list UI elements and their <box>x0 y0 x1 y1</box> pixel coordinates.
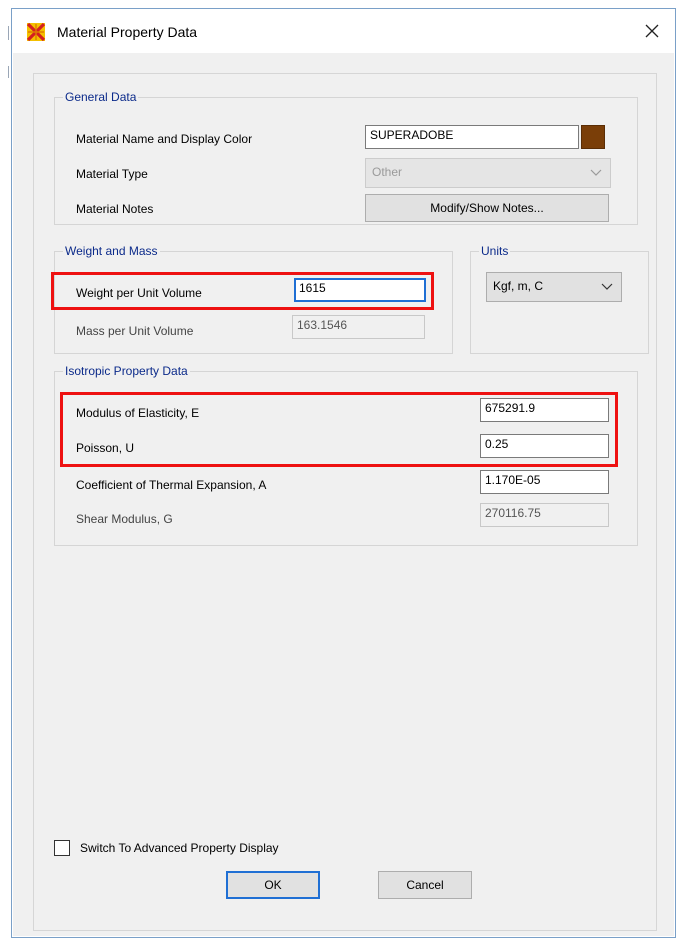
material-type-dropdown[interactable]: Other <box>365 158 611 188</box>
mass-per-volume-label: Mass per Unit Volume <box>76 324 194 338</box>
units-dropdown[interactable]: Kgf, m, C <box>486 272 622 302</box>
material-type-label: Material Type <box>76 167 148 181</box>
chevron-down-icon <box>601 283 613 290</box>
isotropic-property-legend: Isotropic Property Data <box>65 364 188 378</box>
isotropic-highlight-box <box>60 392 618 467</box>
weight-highlight-box <box>51 272 434 310</box>
display-color-swatch[interactable] <box>581 125 605 149</box>
app-logo-icon <box>27 23 45 41</box>
ok-button[interactable]: OK <box>226 871 320 899</box>
material-property-dialog: Material Property Data General Data Mate… <box>11 8 676 938</box>
title-bar[interactable]: Material Property Data <box>12 9 675 52</box>
thermal-expansion-label: Coefficient of Thermal Expansion, A <box>76 478 267 492</box>
units-legend: Units <box>481 244 509 258</box>
shear-modulus-field: 270116.75 <box>480 503 609 527</box>
material-name-field[interactable]: SUPERADOBE <box>365 125 579 149</box>
modify-notes-button[interactable]: Modify/Show Notes... <box>365 194 609 222</box>
background-edge <box>0 0 11 938</box>
material-type-value: Other <box>372 165 403 179</box>
window-title: Material Property Data <box>57 24 198 40</box>
property-panel: General Data Material Name and Display C… <box>33 73 657 931</box>
weight-mass-legend: Weight and Mass <box>65 244 158 258</box>
advanced-display-checkbox[interactable] <box>54 840 70 856</box>
mass-per-volume-field: 163.1546 <box>292 315 425 339</box>
shear-modulus-label: Shear Modulus, G <box>76 512 173 526</box>
advanced-display-label[interactable]: Switch To Advanced Property Display <box>80 841 279 855</box>
general-data-legend: General Data <box>65 90 137 104</box>
material-name-label: Material Name and Display Color <box>76 132 253 146</box>
close-icon <box>645 24 659 37</box>
close-button[interactable] <box>629 9 675 52</box>
thermal-expansion-field[interactable]: 1.170E-05 <box>480 470 609 494</box>
chevron-down-icon <box>590 169 602 176</box>
dialog-body: General Data Material Name and Display C… <box>13 53 674 936</box>
cancel-button[interactable]: Cancel <box>378 871 472 899</box>
material-notes-label: Material Notes <box>76 202 154 216</box>
units-value: Kgf, m, C <box>493 279 544 293</box>
